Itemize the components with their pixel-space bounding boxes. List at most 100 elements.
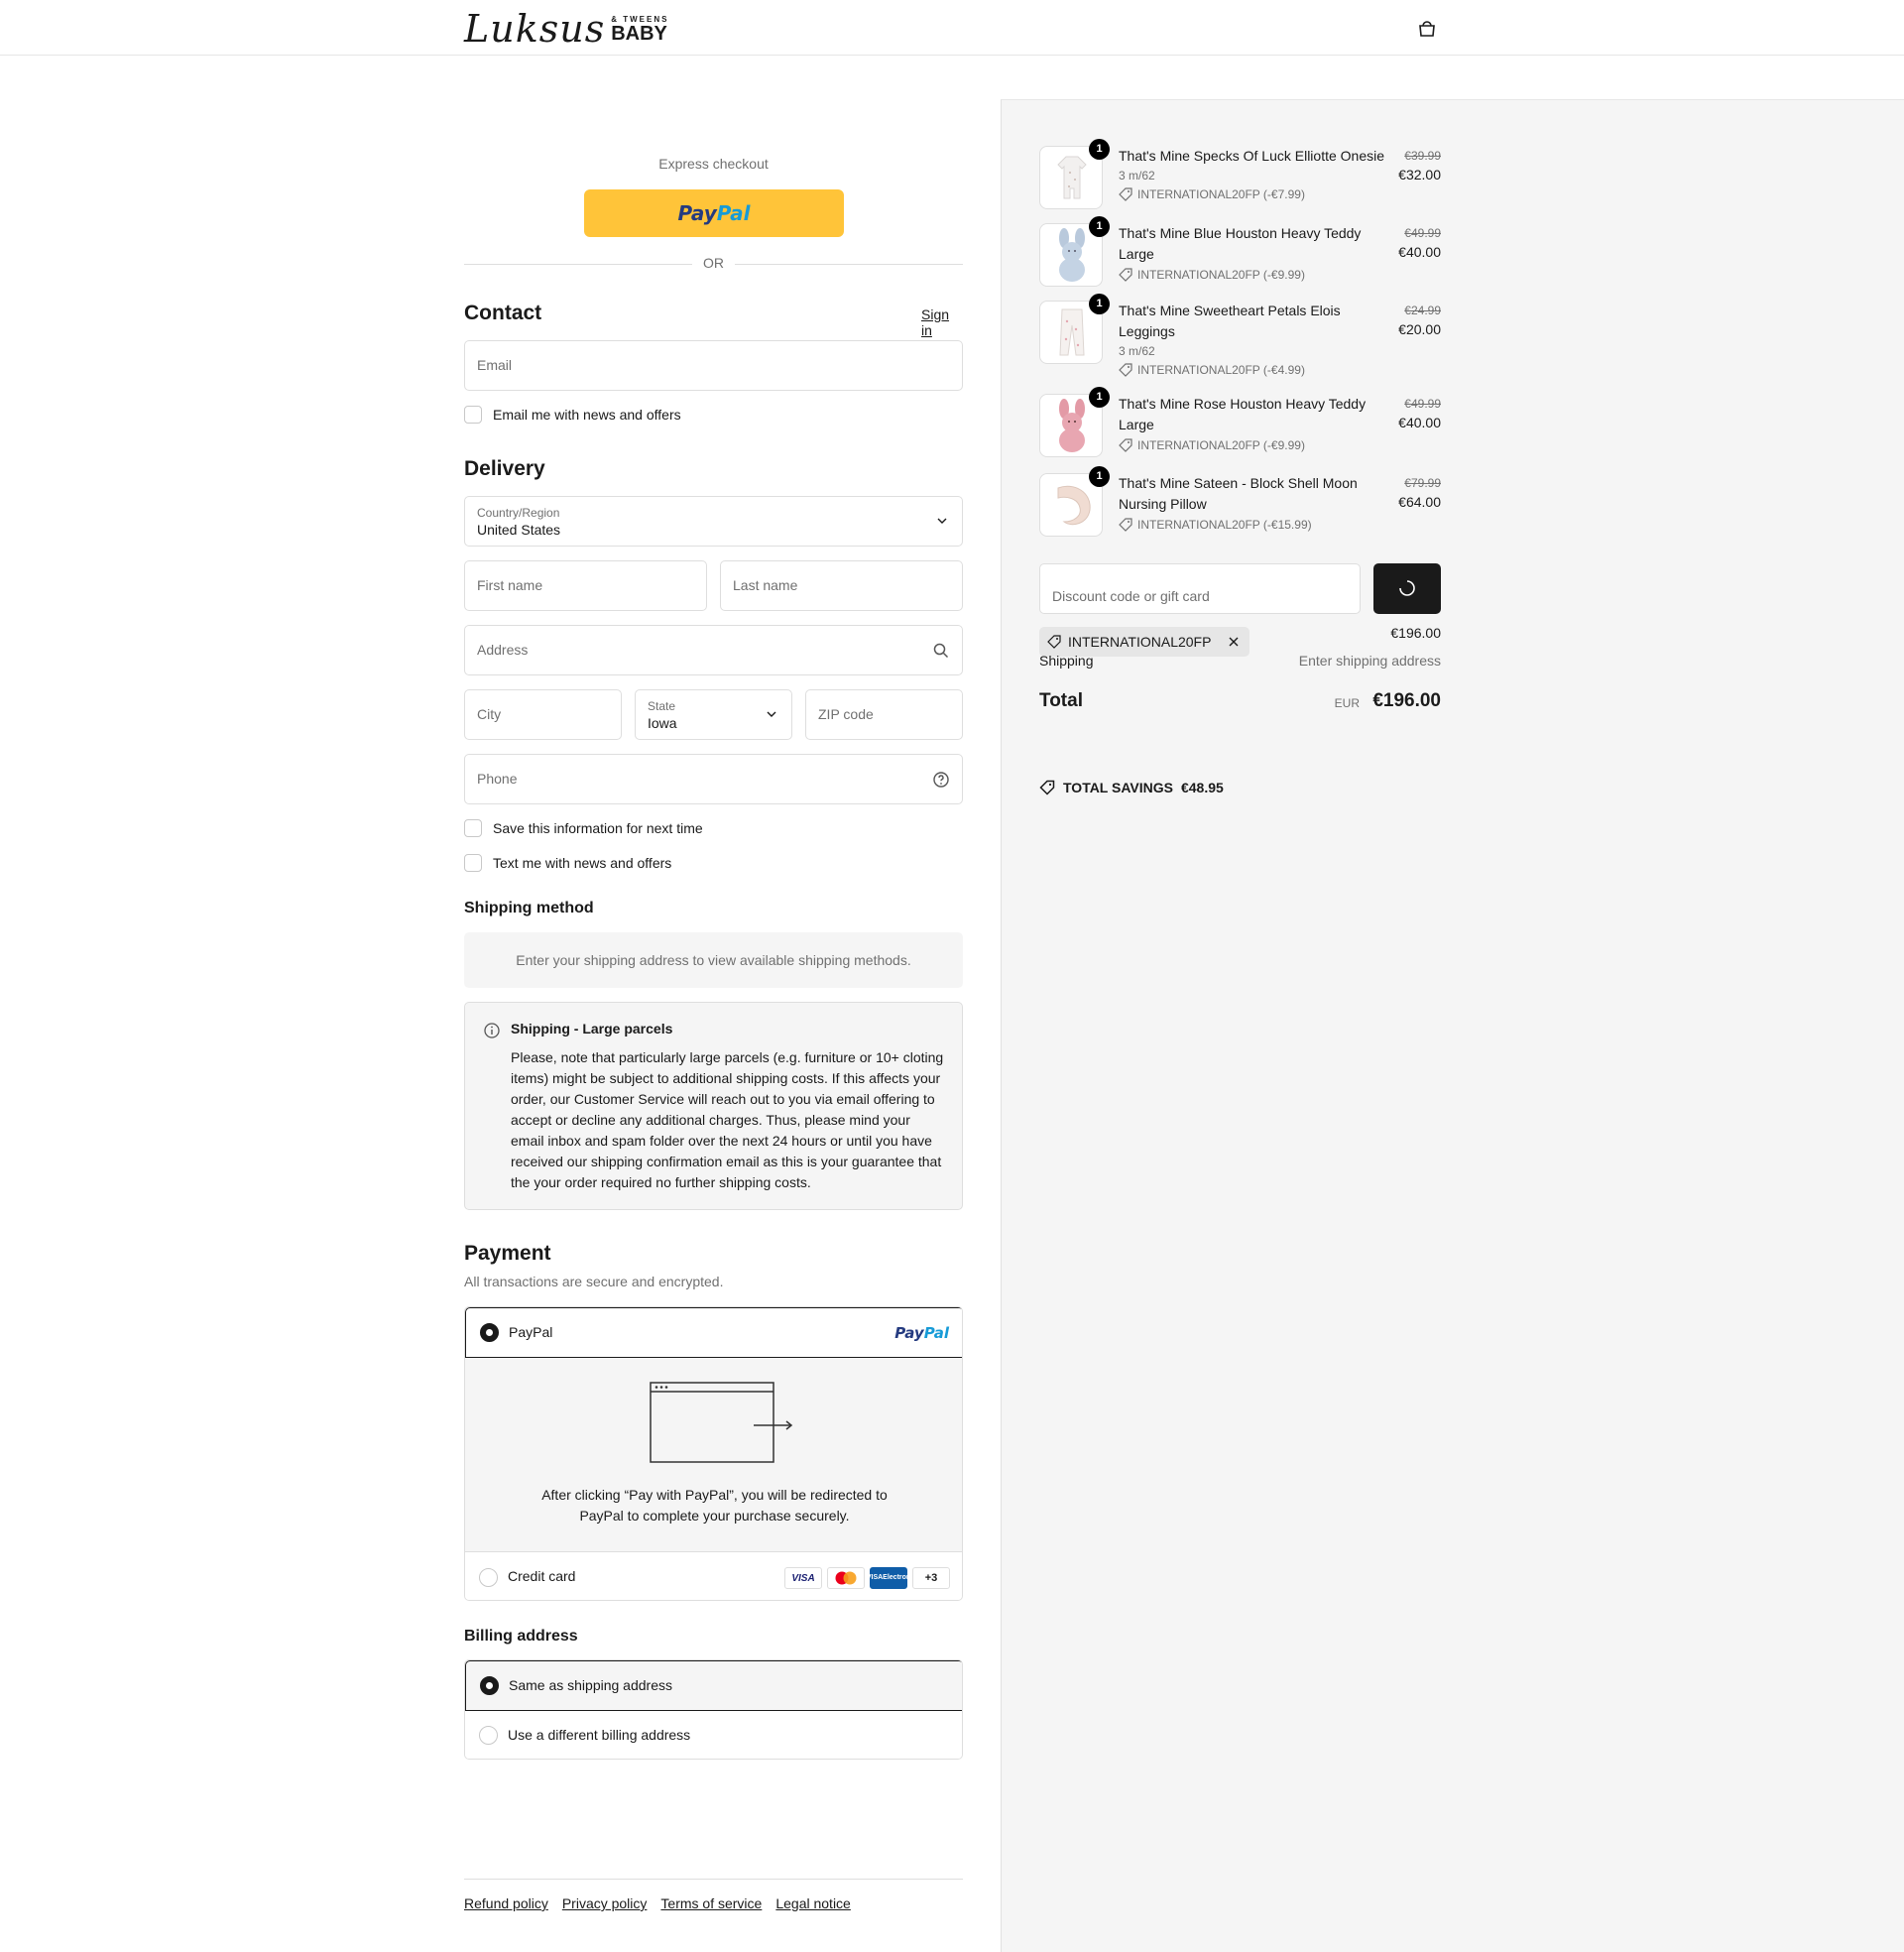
store-logo[interactable]: Luksus & TWEENS BABY <box>464 8 668 48</box>
credit-card-radio[interactable] <box>479 1568 498 1587</box>
city-field[interactable]: City <box>464 689 622 740</box>
notice-title: Shipping - Large parcels <box>511 1021 673 1037</box>
item-original-price: €24.99 <box>1404 304 1441 317</box>
total-currency: EUR <box>1334 696 1360 710</box>
terms-of-service-link[interactable]: Terms of service <box>660 1895 762 1911</box>
shopping-bag-icon[interactable] <box>1416 18 1438 40</box>
tag-icon <box>1119 363 1132 377</box>
info-icon <box>484 1023 500 1038</box>
item-original-price: €79.99 <box>1404 476 1441 490</box>
item-name: That's Mine Blue Houston Heavy Teddy Lar… <box>1119 225 1362 262</box>
total-value: €196.00 <box>1372 690 1441 711</box>
item-price: €20.00 <box>1398 321 1441 337</box>
paypal-radio[interactable] <box>480 1323 499 1342</box>
item-discount-text: INTERNATIONAL20FP (-€7.99) <box>1137 187 1305 201</box>
first-name-field[interactable]: First name <box>464 560 707 611</box>
footer-divider <box>464 1879 963 1880</box>
email-news-checkbox-row[interactable]: Email me with news and offers <box>464 405 681 425</box>
footer-links: Refund policy Privacy policy Terms of se… <box>464 1895 851 1911</box>
savings-label: TOTAL SAVINGS <box>1063 780 1173 795</box>
item-discount: INTERNATIONAL20FP (-€9.99) <box>1119 438 1305 452</box>
address-field[interactable]: Address <box>464 625 963 675</box>
billing-heading: Billing address <box>464 1628 578 1645</box>
privacy-policy-link[interactable]: Privacy policy <box>562 1895 648 1911</box>
paypal-logo-part1: Pay <box>677 201 717 225</box>
tag-icon <box>1119 268 1132 282</box>
zip-field[interactable]: ZIP code <box>805 689 963 740</box>
payment-option-credit-card[interactable]: Credit card VISA VISA Electron +3 <box>465 1551 962 1600</box>
text-news-checkbox[interactable] <box>464 854 482 872</box>
state-select[interactable]: State Iowa <box>635 689 792 740</box>
save-info-checkbox[interactable] <box>464 819 482 837</box>
first-name-placeholder: First name <box>477 577 543 593</box>
item-price: €40.00 <box>1398 415 1441 430</box>
total-label: Total <box>1039 690 1083 711</box>
paypal-redirect-text: After clicking “Pay with PayPal”, you wi… <box>541 1487 888 1524</box>
refund-policy-link[interactable]: Refund policy <box>464 1895 548 1911</box>
country-value: United States <box>477 522 561 538</box>
email-news-label: Email me with news and offers <box>493 407 681 423</box>
payment-subtitle: All transactions are secure and encrypte… <box>464 1274 724 1289</box>
visa-electron-line2: Electron <box>883 1574 911 1581</box>
quantity-badge: 1 <box>1089 139 1110 160</box>
payment-heading: Payment <box>464 1242 551 1265</box>
tag-icon <box>1119 438 1132 452</box>
shipping-value: Enter shipping address <box>1298 653 1441 669</box>
state-value: Iowa <box>648 715 677 731</box>
shipping-label: Shipping <box>1039 653 1094 669</box>
tag-icon <box>1047 635 1061 649</box>
phone-field[interactable]: Phone <box>464 754 963 804</box>
item-discount: INTERNATIONAL20FP (-€7.99) <box>1119 187 1305 201</box>
zip-placeholder: ZIP code <box>818 706 874 722</box>
paypal-logo-part2: Pal <box>716 201 751 225</box>
last-name-field[interactable]: Last name <box>720 560 963 611</box>
email-news-checkbox[interactable] <box>464 406 482 424</box>
tag-icon <box>1119 187 1132 201</box>
email-placeholder: Email <box>477 357 513 373</box>
item-original-price: €49.99 <box>1404 226 1441 240</box>
loading-spinner-icon <box>1399 580 1415 596</box>
item-discount: INTERNATIONAL20FP (-€9.99) <box>1119 268 1305 282</box>
save-info-checkbox-row[interactable]: Save this information for next time <box>464 818 703 838</box>
billing-different-option[interactable]: Use a different billing address <box>465 1711 962 1759</box>
paypal-option-label: PayPal <box>509 1324 553 1340</box>
country-select[interactable]: Country/Region United States <box>464 496 963 547</box>
total-savings: TOTAL SAVINGS €48.95 <box>1039 780 1224 795</box>
logo-main: BABY <box>611 23 667 45</box>
paypal-details: After clicking “Pay with PayPal”, you wi… <box>465 1358 962 1551</box>
text-news-checkbox-row[interactable]: Text me with news and offers <box>464 853 671 873</box>
remove-discount-icon[interactable] <box>1228 636 1240 648</box>
tag-icon <box>1119 518 1132 532</box>
billing-same-radio[interactable] <box>480 1676 499 1695</box>
city-placeholder: City <box>477 706 502 722</box>
email-field[interactable]: Email <box>464 340 963 391</box>
paypal-express-button[interactable]: PayPal <box>584 189 844 237</box>
or-divider: OR <box>464 255 963 273</box>
save-info-label: Save this information for next time <box>493 820 703 836</box>
item-discount-text: INTERNATIONAL20FP (-€9.99) <box>1137 438 1305 452</box>
help-icon[interactable] <box>932 771 950 789</box>
billing-different-radio[interactable] <box>479 1726 498 1745</box>
or-text: OR <box>703 255 724 271</box>
quantity-badge: 1 <box>1089 216 1110 237</box>
express-checkout-label: Express checkout <box>658 156 769 172</box>
savings-value: €48.95 <box>1180 780 1224 795</box>
chevron-down-icon <box>937 518 947 524</box>
notice-body: Please, note that particularly large par… <box>511 1049 944 1190</box>
state-label: State <box>648 699 676 713</box>
item-name: That's Mine Specks Of Luck Elliotte Ones… <box>1119 148 1385 164</box>
billing-same-option[interactable]: Same as shipping address <box>465 1660 962 1711</box>
apply-discount-button[interactable] <box>1373 563 1441 614</box>
legal-notice-link[interactable]: Legal notice <box>775 1895 851 1911</box>
payment-option-paypal[interactable]: PayPal PayPal <box>465 1307 962 1358</box>
discount-code-input[interactable]: Discount code or gift card <box>1039 563 1361 614</box>
large-parcels-notice: Shipping - Large parcels Please, note th… <box>464 1002 963 1210</box>
item-discount: INTERNATIONAL20FP (-€4.99) <box>1119 363 1305 377</box>
applied-code: INTERNATIONAL20FP <box>1068 634 1212 650</box>
item-name: That's Mine Sateen - Block Shell Moon Nu… <box>1119 475 1358 512</box>
sign-in-link[interactable]: Sign in <box>921 306 963 338</box>
item-original-price: €39.99 <box>1404 149 1441 163</box>
header: Luksus & TWEENS BABY <box>0 0 1904 56</box>
shipping-method-heading: Shipping method <box>464 900 594 916</box>
savings-tag-icon <box>1039 780 1055 795</box>
